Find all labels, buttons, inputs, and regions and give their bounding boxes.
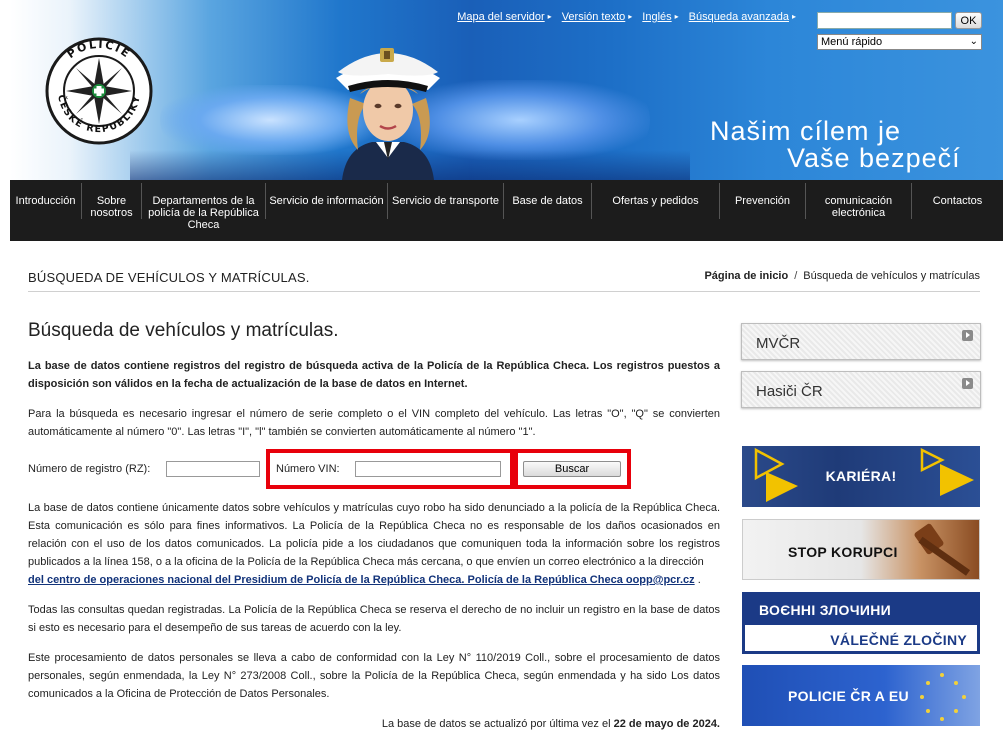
divider [28, 291, 980, 292]
breadcrumb-home-link[interactable]: Página de inicio [704, 270, 788, 282]
nav-item-sobre-nosotros[interactable]: Sobre nosotros [82, 183, 142, 219]
chevron-down-icon: ⌄ [969, 36, 978, 47]
vin-input[interactable] [355, 461, 501, 477]
top-links: Mapa del servidor ▸ Versión texto ▸ Inglés… [457, 11, 796, 23]
officer-photo [336, 48, 440, 180]
banner-valecne-czech-label: VÁLEČNÉ ZLOČINY [830, 632, 967, 648]
section-title: BÚSQUEDA DE VEHÍCULOS Y MATRÍCULAS. [28, 270, 310, 285]
page-title: Búsqueda de vehículos y matrículas. [28, 320, 339, 341]
nav-item-introduccion[interactable]: Introducción [10, 183, 82, 219]
banner-valecne-ukrainian-label: ВОЄННІ ЗЛОЧИНИ [759, 602, 892, 618]
quick-menu-select[interactable]: Menú rápido ⌄ [817, 34, 982, 50]
banner-valecne-zlociny[interactable]: ВОЄННІ ЗЛОЧИНИ VÁLEČNÉ ZLOČINY [742, 592, 980, 654]
banner-kariera-label: KARIÉRA! [825, 468, 897, 484]
search-form: Número de registro (RZ): Número VIN: Bus… [28, 449, 720, 493]
banner-kariera[interactable]: KARIÉRA! [742, 446, 980, 507]
gdpr-notice: Este procesamiento de datos personales s… [28, 652, 720, 700]
top-link-text-version[interactable]: Versión texto ▸ [562, 11, 633, 23]
sidebar-link-mvcr-label: MVČR [756, 335, 801, 352]
vin-label: Número VIN: [276, 463, 340, 475]
site-search-ok-button[interactable]: OK [955, 12, 982, 29]
banner-policie-eu-label: POLICIE ČR A EU [788, 688, 909, 704]
police-logo[interactable]: POLICIE ČESKÉ REPUBLIKY [44, 36, 154, 146]
nav-item-comunicacion-electronica[interactable]: comunicación electrónica [806, 183, 912, 219]
header-slogan: Našim cílem je Vaše bezpečí [710, 118, 961, 172]
sidebar-link-hasici[interactable]: Hasiči ČR [741, 371, 981, 408]
instructions-text: Para la búsqueda es necesario ingresar e… [28, 408, 720, 438]
main-nav: Introducción Sobre nosotros Departamento… [10, 180, 1003, 241]
nav-item-servicio-transporte[interactable]: Servicio de transporte [388, 183, 504, 219]
main-content: Búsqueda de vehículos y matrículas. La b… [28, 320, 720, 733]
sidebar-link-hasici-label: Hasiči ČR [756, 383, 823, 400]
slogan-line-2: Vaše bezpečí [787, 143, 961, 173]
logging-notice: Todas las consultas quedan registradas. … [28, 604, 720, 634]
breadcrumb-separator: / [794, 270, 798, 282]
oopp-email-link[interactable]: del centro de operaciones nacional del P… [28, 574, 695, 586]
nav-item-base-datos[interactable]: Base de datos [504, 183, 592, 219]
description-end: . [697, 574, 701, 586]
reg-number-input[interactable] [166, 461, 260, 477]
arrow-right-icon [962, 378, 973, 389]
nav-item-ofertas-pedidos[interactable]: Ofertas y pedidos [592, 183, 720, 219]
top-link-advanced-search[interactable]: Búsqueda avanzada ▸ [689, 11, 796, 23]
top-link-english[interactable]: Inglés ▸ [642, 11, 678, 23]
last-updated: La base de datos se actualizó por última… [28, 715, 720, 733]
nav-item-contactos[interactable]: Contactos [912, 183, 1003, 219]
nav-item-prevencion[interactable]: Prevención [720, 183, 806, 219]
intro-text: La base de datos contiene registros del … [28, 360, 720, 390]
last-updated-date: 22 de mayo de 2024. [613, 718, 720, 730]
top-link-sitemap[interactable]: Mapa del servidor ▸ [457, 11, 551, 23]
arrow-right-icon [962, 330, 973, 341]
nav-item-departamentos[interactable]: Departamentos de la policía de la Repúbl… [142, 183, 266, 231]
banner-policie-eu[interactable]: POLICIE ČR A EU [742, 665, 980, 726]
search-button[interactable]: Buscar [523, 461, 621, 477]
banner-stop-korupci-label: STOP KORUPCI [788, 544, 898, 560]
sidebar-link-mvcr[interactable]: MVČR [741, 323, 981, 360]
reg-number-label: Número de registro (RZ): [28, 463, 151, 475]
description-text: La base de datos contiene únicamente dat… [28, 499, 720, 589]
breadcrumb-current: Búsqueda de vehículos y matrículas [803, 270, 980, 282]
banner-stop-korupci[interactable]: STOP KORUPCI [742, 519, 980, 580]
slogan-line-1: Našim cílem je [710, 116, 902, 146]
site-search-input[interactable] [817, 12, 952, 29]
quick-menu-value: Menú rápido [821, 36, 883, 48]
nav-item-servicio-informacion[interactable]: Servicio de información [266, 183, 388, 219]
last-updated-prefix: La base de datos se actualizó por última… [381, 718, 611, 730]
description-body: La base de datos contiene únicamente dat… [28, 502, 720, 568]
breadcrumb: Página de inicio / Búsqueda de vehículos y… [704, 270, 980, 282]
